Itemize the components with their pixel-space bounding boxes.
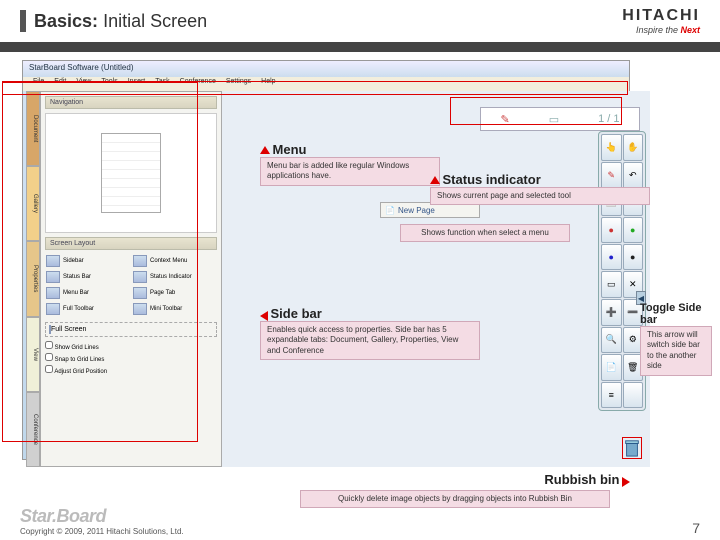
callout-menu: Menu Menu bar is added like regular Wind… — [260, 142, 440, 186]
highlight-sidebar — [2, 82, 198, 442]
rubbish-bin-icon[interactable] — [622, 437, 642, 459]
window-title: StarBoard Software (Untitled) — [23, 61, 629, 77]
tool-button[interactable]: ● — [601, 244, 622, 270]
callout-func: Shows function when select a menu — [400, 224, 570, 242]
callout-rubbish: Rubbish bin — [330, 472, 630, 487]
tool-button[interactable]: ≡ — [601, 382, 622, 408]
callout-toggle: Toggle Side bar This arrow will switch s… — [640, 302, 712, 376]
tool-button[interactable]: 🔍 — [601, 327, 622, 354]
slide-footer: Star.Board Copyright © 2009, 2011 Hitach… — [0, 492, 720, 540]
tool-button[interactable]: ● — [623, 244, 644, 270]
tool-button[interactable]: ● — [623, 217, 644, 243]
hitachi-logo: HITACHI Inspire the Next — [622, 7, 700, 35]
tool-button[interactable]: 📄 — [601, 354, 622, 381]
tool-button[interactable]: ● — [601, 217, 622, 243]
tool-button[interactable]: ✋ — [623, 134, 644, 161]
slide-header: Basics: Initial Screen HITACHI Inspire t… — [0, 0, 720, 42]
highlight-status — [450, 97, 622, 125]
divider-bar — [0, 42, 720, 52]
tool-button[interactable]: 👆 — [601, 134, 622, 161]
slide-title: Basics: Initial Screen — [34, 11, 207, 32]
callout-sidebar: Side bar Enables quick access to propert… — [260, 306, 480, 360]
header-mark — [20, 10, 26, 32]
tool-button[interactable] — [623, 382, 644, 408]
tool-button[interactable]: ➕ — [601, 299, 622, 326]
tool-button[interactable]: ▭ — [601, 271, 622, 298]
copyright: Copyright © 2009, 2011 Hitachi Solutions… — [20, 527, 184, 536]
page-number: 7 — [692, 520, 700, 536]
callout-status: Status indicator Shows current page and … — [430, 172, 650, 205]
brand-logo: Star.Board — [20, 506, 184, 527]
